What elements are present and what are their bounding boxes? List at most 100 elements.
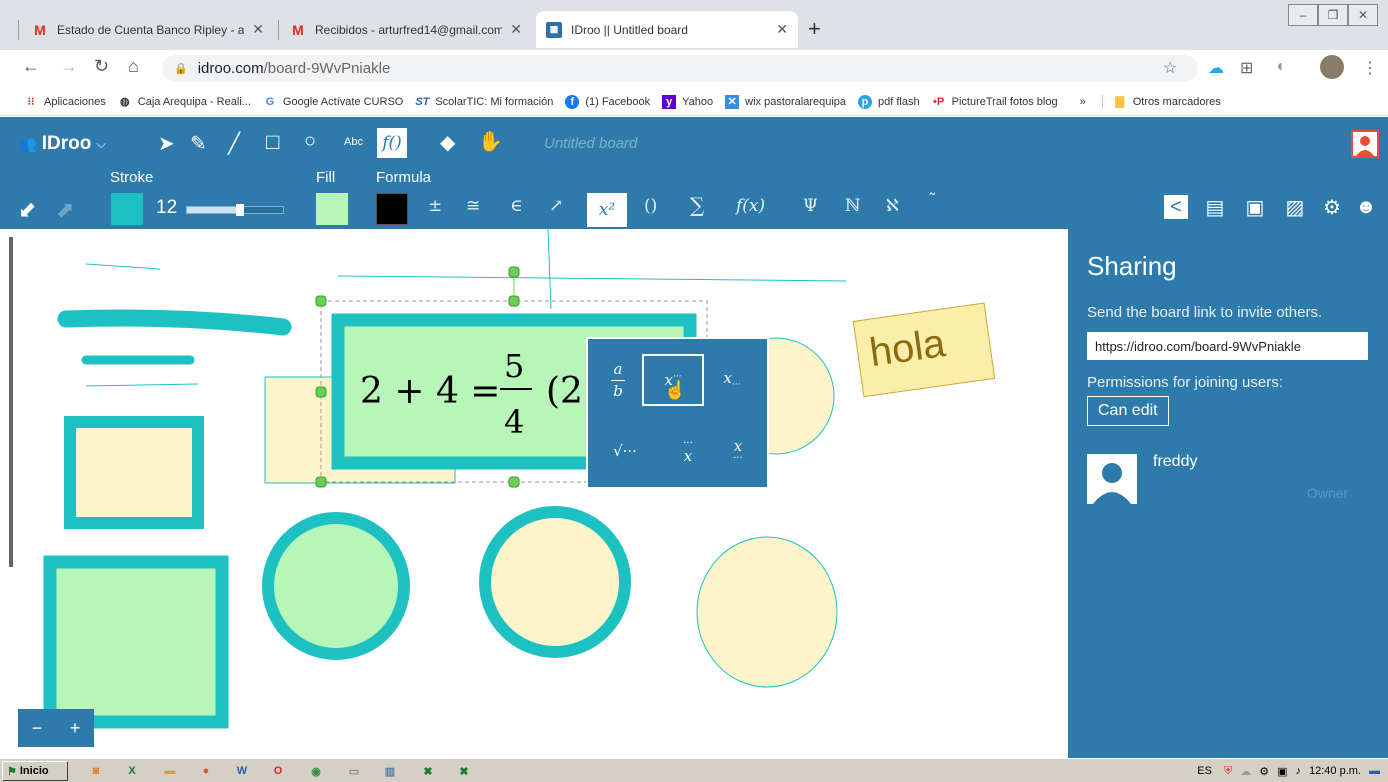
desktop-icon[interactable]: ▬: [1369, 765, 1380, 777]
symbol-sum[interactable]: ∑: [690, 193, 704, 217]
outlook-icon[interactable]: ◙: [86, 762, 106, 780]
green-square[interactable]: [43, 555, 229, 729]
restore-icon[interactable]: ❐: [1318, 4, 1348, 26]
zoom-out-button[interactable]: −: [32, 718, 43, 739]
close-icon[interactable]: ✕: [510, 21, 522, 38]
text-tool[interactable]: Abc: [344, 136, 363, 148]
stroke-color-swatch[interactable]: [111, 193, 143, 225]
language-indicator[interactable]: ES: [1197, 765, 1212, 777]
symbol-aleph[interactable]: ℵ: [886, 196, 899, 216]
symbol-congruent[interactable]: ≅: [466, 196, 480, 216]
symbol-plusminus[interactable]: ±: [428, 196, 442, 216]
address-bar[interactable]: 🔒 idroo.com/board-9WvPniakle: [162, 55, 1198, 82]
profile-avatar[interactable]: [1320, 55, 1344, 79]
bookmark-other[interactable]: ▇ Otros marcadores: [1101, 94, 1221, 109]
chat-icon[interactable]: ▤: [1203, 195, 1227, 219]
tab-gmail-2[interactable]: M Recibidos - arturfred14@gmail.com ✕: [280, 11, 532, 48]
board-title[interactable]: Untitled board: [544, 135, 637, 152]
star-icon[interactable]: ☆: [1163, 58, 1177, 78]
zoom-in-button[interactable]: +: [70, 718, 81, 739]
bookmark-google[interactable]: G Google Actívate CURSO: [263, 95, 404, 109]
device-icon[interactable]: ⚙: [1259, 765, 1269, 778]
cream-ellipse[interactable]: [696, 536, 838, 688]
formula-tool[interactable]: f(): [377, 128, 407, 158]
bookmark-overflow[interactable]: »: [1080, 96, 1086, 108]
minimize-icon[interactable]: –: [1288, 4, 1318, 26]
drawn-line[interactable]: [337, 275, 847, 282]
user-avatar[interactable]: [1351, 130, 1379, 158]
symbol-superscript[interactable]: x²: [587, 193, 627, 227]
bookmark-caja[interactable]: ◍ Caja Arequipa - Reali...: [118, 95, 251, 109]
green-circle[interactable]: [262, 512, 410, 660]
share-icon[interactable]: <: [1164, 195, 1188, 219]
bookmark-facebook[interactable]: f (1) Facebook: [565, 94, 650, 109]
user-add-icon[interactable]: ☻: [1354, 195, 1378, 219]
security-icon[interactable]: ⛨: [1224, 765, 1232, 778]
close-icon[interactable]: ✕: [776, 21, 788, 38]
symbol-psi[interactable]: Ψ: [803, 196, 818, 216]
symbol-naturals[interactable]: ℕ: [845, 196, 861, 216]
symbol-function[interactable]: f(x): [736, 196, 765, 216]
subscript-template[interactable]: x···: [712, 354, 752, 406]
excel-window-icon[interactable]: ✖: [418, 762, 438, 780]
sqrt-template[interactable]: √···: [600, 425, 650, 477]
bookmark-apps[interactable]: ⁝⁝ Aplicaciones: [24, 95, 106, 109]
bookmark-pdf-flash[interactable]: p pdf flash: [858, 94, 920, 109]
home-icon[interactable]: ⌂: [128, 56, 139, 77]
document-icon[interactable]: ▣: [1243, 195, 1267, 219]
superscript-template[interactable]: x··· ☝: [642, 354, 704, 406]
pointer-icon[interactable]: ➤: [158, 131, 175, 156]
rectangle-icon[interactable]: □: [266, 129, 279, 155]
back-icon[interactable]: ←: [22, 56, 40, 77]
underscript-template[interactable]: ··· x: [668, 425, 708, 477]
start-button[interactable]: ⚑ Inicio: [2, 761, 68, 781]
window-icon[interactable]: ▥: [380, 762, 400, 780]
stroke-size-slider[interactable]: [186, 204, 284, 216]
ellipse-icon[interactable]: ○: [304, 130, 316, 153]
bookmark-wix[interactable]: ✕ wix pastoralarequipa: [725, 94, 846, 109]
chrome-icon[interactable]: ◉: [306, 762, 326, 780]
formula-color-swatch[interactable]: [376, 193, 408, 225]
drawn-line[interactable]: [85, 263, 161, 270]
opera-icon[interactable]: O: [268, 762, 288, 780]
permission-button[interactable]: Can edit: [1087, 396, 1169, 426]
word-icon[interactable]: W: [232, 762, 252, 780]
bookmark-yahoo[interactable]: y Yahoo: [662, 94, 713, 109]
tab-gmail-1[interactable]: M Estado de Cuenta Banco Ripley - art ✕: [22, 11, 274, 48]
undo-icon[interactable]: ⬋: [18, 197, 36, 223]
bookmark-picturetrail[interactable]: •P PictureTrail fotos blog: [932, 95, 1058, 109]
new-tab-button[interactable]: +: [808, 16, 821, 42]
symbol-element-of[interactable]: ∈: [510, 196, 523, 216]
drawn-stroke[interactable]: [57, 309, 292, 336]
excel-icon[interactable]: X: [122, 762, 142, 780]
extension-grid-icon[interactable]: ⊞: [1240, 58, 1253, 78]
firefox-icon[interactable]: ●: [196, 762, 216, 780]
app-icon[interactable]: ▭: [344, 762, 364, 780]
pencil-icon[interactable]: ✎: [190, 131, 207, 156]
eraser-icon[interactable]: ◆: [440, 130, 455, 155]
menu-icon[interactable]: ⋮: [1362, 58, 1378, 78]
extension-icon[interactable]: ◖: [1275, 58, 1285, 76]
excel-window-icon-2[interactable]: ✖: [454, 762, 474, 780]
display-icon[interactable]: ▣: [1277, 765, 1287, 778]
volume-icon[interactable]: ♪: [1296, 765, 1302, 777]
close-icon[interactable]: ✕: [252, 21, 264, 38]
brand-menu[interactable]: 👥 IDroo ⌵: [18, 133, 106, 155]
close-window-icon[interactable]: ✕: [1348, 4, 1378, 26]
tab-idroo[interactable]: ▦ IDroo || Untitled board ✕: [536, 11, 798, 48]
gear-icon[interactable]: ⚙: [1320, 195, 1344, 219]
fraction-template[interactable]: ab: [600, 354, 636, 406]
drawn-line[interactable]: [85, 383, 199, 387]
reload-icon[interactable]: ↻: [94, 56, 109, 77]
symbol-arrow[interactable]: ↗: [549, 196, 563, 216]
drawn-line[interactable]: [547, 229, 552, 310]
network-icon[interactable]: ☁: [1240, 765, 1251, 778]
forward-icon[interactable]: →: [60, 56, 78, 77]
cream-square[interactable]: [64, 416, 204, 529]
symbol-tilde[interactable]: ˜: [928, 191, 937, 211]
fill-color-swatch[interactable]: [316, 193, 348, 225]
redo-icon[interactable]: ⬈: [56, 197, 74, 223]
cream-teal-circle[interactable]: [479, 506, 631, 658]
folder-icon[interactable]: ▬: [160, 762, 180, 780]
line-icon[interactable]: ╱: [228, 131, 240, 156]
